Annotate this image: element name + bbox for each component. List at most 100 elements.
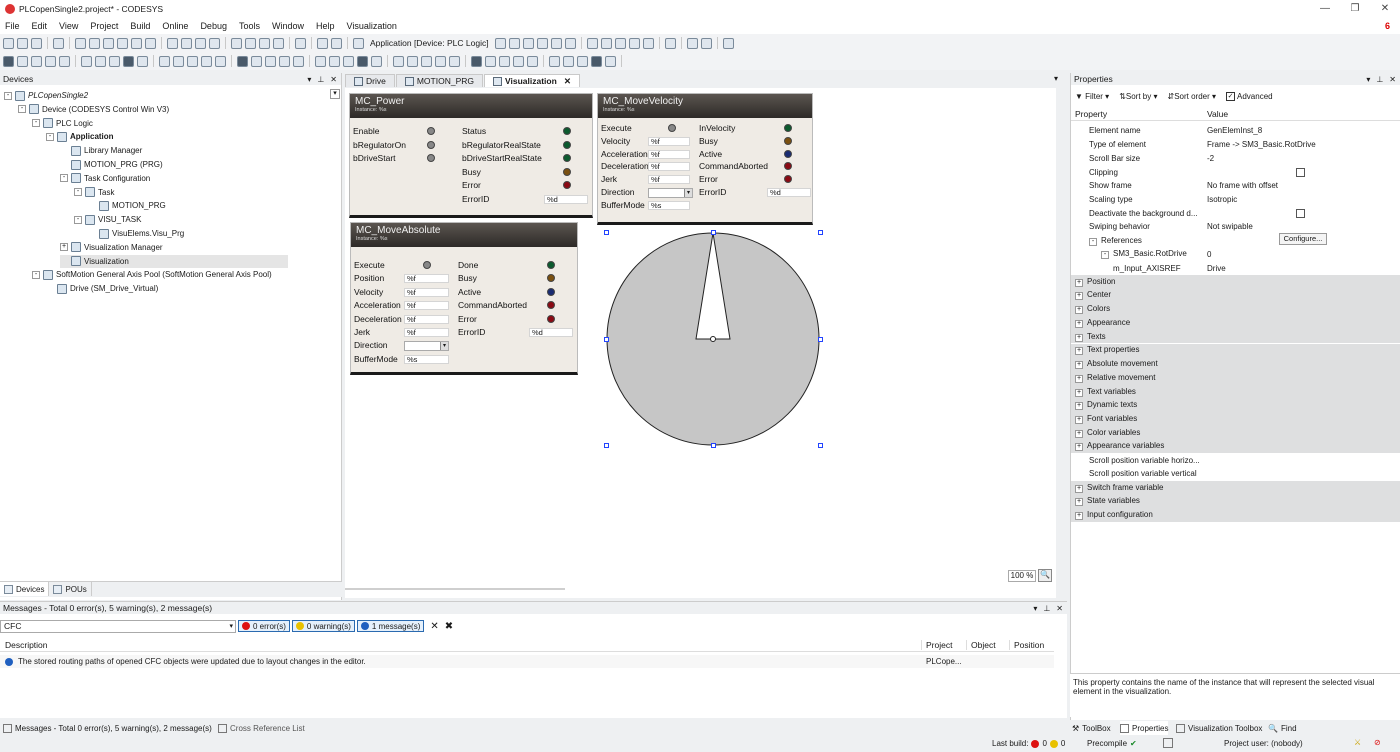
expand-icon[interactable]: + bbox=[1075, 415, 1083, 424]
tree-dropdown-icon[interactable]: ▾ bbox=[330, 89, 340, 99]
bookmark-icon[interactable] bbox=[209, 37, 220, 49]
toolbox-tab[interactable]: ⚒ ToolBox bbox=[1072, 721, 1111, 735]
precompile-status[interactable]: Precompile ✔ bbox=[1087, 739, 1137, 748]
build-icon[interactable] bbox=[295, 37, 306, 49]
write-values-icon[interactable] bbox=[664, 37, 676, 49]
minimize-icon[interactable]: — bbox=[1310, 3, 1340, 14]
wrench-icon[interactable] bbox=[722, 37, 734, 49]
delete-icon[interactable] bbox=[145, 37, 156, 49]
expand-icon[interactable]: + bbox=[1075, 319, 1083, 328]
collapse-icon[interactable]: - bbox=[32, 119, 40, 128]
visu-edit-tool-icon[interactable] bbox=[279, 55, 290, 67]
selection-handle[interactable] bbox=[818, 337, 823, 342]
visu-edit-tool-icon[interactable] bbox=[215, 55, 226, 67]
zoom-icon[interactable]: 🔍 bbox=[1038, 569, 1052, 582]
visu-edit-tool-icon[interactable] bbox=[293, 55, 304, 67]
save-icon[interactable] bbox=[31, 37, 42, 49]
fb-input-value[interactable]: %f bbox=[648, 162, 690, 172]
tree-item[interactable]: VisuElems.Visu_Prg bbox=[88, 227, 184, 240]
sort-by-button[interactable]: ⇅Sort by ▾ bbox=[1119, 92, 1157, 101]
run-icon[interactable] bbox=[536, 37, 548, 49]
visu-edit-tool-icon[interactable] bbox=[485, 55, 496, 67]
visu-edit-tool-icon[interactable] bbox=[605, 55, 616, 67]
configure-button[interactable]: Configure... bbox=[1279, 232, 1327, 245]
visu-edit-tool-icon[interactable] bbox=[513, 55, 524, 67]
editor-tab-list-icon[interactable]: ▾ bbox=[1054, 74, 1058, 83]
collapse-icon[interactable]: - bbox=[74, 215, 82, 224]
collapse-icon[interactable]: - bbox=[1089, 237, 1097, 246]
menu-help[interactable]: Help bbox=[316, 21, 335, 31]
mc-moveabsolute-block[interactable]: MC_MoveAbsolute Instance: %s Execute Posi… bbox=[350, 222, 578, 375]
login-icon[interactable] bbox=[508, 37, 520, 49]
property-row[interactable]: + Switch frame variable bbox=[1071, 480, 1400, 495]
expand-icon[interactable]: + bbox=[1075, 402, 1083, 411]
tree-item[interactable]: - Device (CODESYS Control Win V3) bbox=[18, 103, 169, 116]
open-icon[interactable] bbox=[17, 37, 28, 49]
property-row[interactable]: + Absolute movement bbox=[1071, 357, 1400, 371]
collapse-icon[interactable]: - bbox=[32, 270, 40, 279]
devices-tab-pous[interactable]: POUs bbox=[49, 582, 92, 596]
property-row[interactable]: + Relative movement bbox=[1071, 370, 1400, 385]
find-tab[interactable]: 🔍 Find bbox=[1268, 721, 1297, 735]
property-value[interactable]: Drive bbox=[1204, 264, 1226, 273]
fb-input-value[interactable]: %f bbox=[404, 328, 449, 337]
menu-online[interactable]: Online bbox=[162, 21, 188, 31]
panel-dropdown-icon[interactable]: ▾ bbox=[307, 75, 311, 84]
visu-edit-tool-icon[interactable] bbox=[471, 55, 482, 67]
message-source-select[interactable]: CFC ▾ bbox=[0, 619, 236, 633]
property-value[interactable]: Isotropic bbox=[1204, 195, 1237, 204]
fb-input-led[interactable] bbox=[668, 124, 676, 132]
menu-debug[interactable]: Debug bbox=[200, 21, 227, 31]
visualization-editor[interactable]: MC_Power Instance: %s Enable bRegulatorOn… bbox=[345, 88, 1056, 598]
devices-tab-devices[interactable]: Devices bbox=[0, 582, 50, 596]
expand-icon[interactable]: + bbox=[1075, 278, 1083, 287]
property-row[interactable]: Swiping behavior Not swipable bbox=[1071, 220, 1400, 234]
visu-edit-tool-icon[interactable] bbox=[59, 55, 70, 67]
visu-edit-tool-icon[interactable] bbox=[109, 55, 120, 67]
fb-input-led[interactable] bbox=[427, 154, 435, 162]
expand-icon[interactable]: + bbox=[1075, 361, 1083, 370]
visu-edit-tool-icon[interactable] bbox=[563, 55, 574, 67]
visu-edit-tool-icon[interactable] bbox=[159, 55, 170, 67]
fb-input-value[interactable]: %f bbox=[404, 314, 449, 324]
visu-edit-tool-icon[interactable] bbox=[371, 55, 382, 67]
editor-tab-motion_prg[interactable]: MOTION_PRG bbox=[395, 74, 483, 87]
property-row[interactable]: Scroll Bar size -2 bbox=[1071, 151, 1400, 165]
property-checkbox[interactable] bbox=[1296, 208, 1305, 218]
selection-handle[interactable] bbox=[604, 337, 609, 342]
mc-power-block[interactable]: MC_Power Instance: %s Enable bRegulatorOn… bbox=[349, 93, 593, 218]
property-checkbox[interactable] bbox=[1296, 167, 1305, 177]
pin-icon[interactable]: ⊥ bbox=[1376, 75, 1383, 84]
property-row[interactable]: m_Input_AXISREF Drive bbox=[1071, 261, 1400, 275]
property-row[interactable]: + Center bbox=[1071, 288, 1400, 303]
messages-bottom-tab[interactable]: Messages - Total 0 error(s), 5 warning(s… bbox=[3, 721, 212, 735]
panel-dropdown-icon[interactable]: ▾ bbox=[1366, 75, 1370, 84]
collapse-icon[interactable]: - bbox=[74, 188, 82, 197]
visu-edit-tool-icon[interactable] bbox=[251, 55, 262, 67]
visu-edit-tool-icon[interactable] bbox=[343, 55, 354, 67]
visu-edit-tool-icon[interactable] bbox=[435, 55, 446, 67]
network-icon[interactable] bbox=[1163, 738, 1173, 748]
visu-edit-tool-icon[interactable] bbox=[591, 55, 602, 67]
selection-handle[interactable] bbox=[604, 443, 609, 448]
filter-clear-icon[interactable]: ✖ bbox=[445, 621, 453, 632]
paste-icon[interactable] bbox=[131, 37, 142, 49]
add-object-icon[interactable] bbox=[331, 37, 342, 49]
panel-dropdown-icon[interactable]: ▾ bbox=[1033, 604, 1037, 613]
property-value[interactable]: 0 bbox=[1204, 250, 1211, 259]
selection-handle[interactable] bbox=[711, 443, 716, 448]
tree-item[interactable]: - VISU_TASK bbox=[74, 213, 141, 226]
shield-icon[interactable]: ⚔ bbox=[1354, 738, 1361, 747]
warnings-filter-button[interactable]: 0 warning(s) bbox=[291, 620, 355, 632]
message-row[interactable]: The stored routing paths of opened CFC o… bbox=[0, 655, 1054, 668]
menu-file[interactable]: File bbox=[5, 21, 20, 31]
tree-item[interactable]: - SoftMotion General Axis Pool (SoftMotio… bbox=[32, 268, 272, 281]
visu-edit-tool-icon[interactable] bbox=[393, 55, 404, 67]
expand-icon[interactable]: + bbox=[1075, 429, 1083, 438]
fb-input-led[interactable] bbox=[427, 140, 435, 149]
properties-tab[interactable]: Properties bbox=[1120, 721, 1169, 735]
property-row[interactable]: + Colors bbox=[1071, 302, 1400, 317]
tree-item[interactable]: - PLCopenSingle2 bbox=[4, 89, 88, 102]
force-icon[interactable] bbox=[686, 37, 698, 49]
property-row[interactable]: Deactivate the background d... bbox=[1071, 206, 1400, 220]
